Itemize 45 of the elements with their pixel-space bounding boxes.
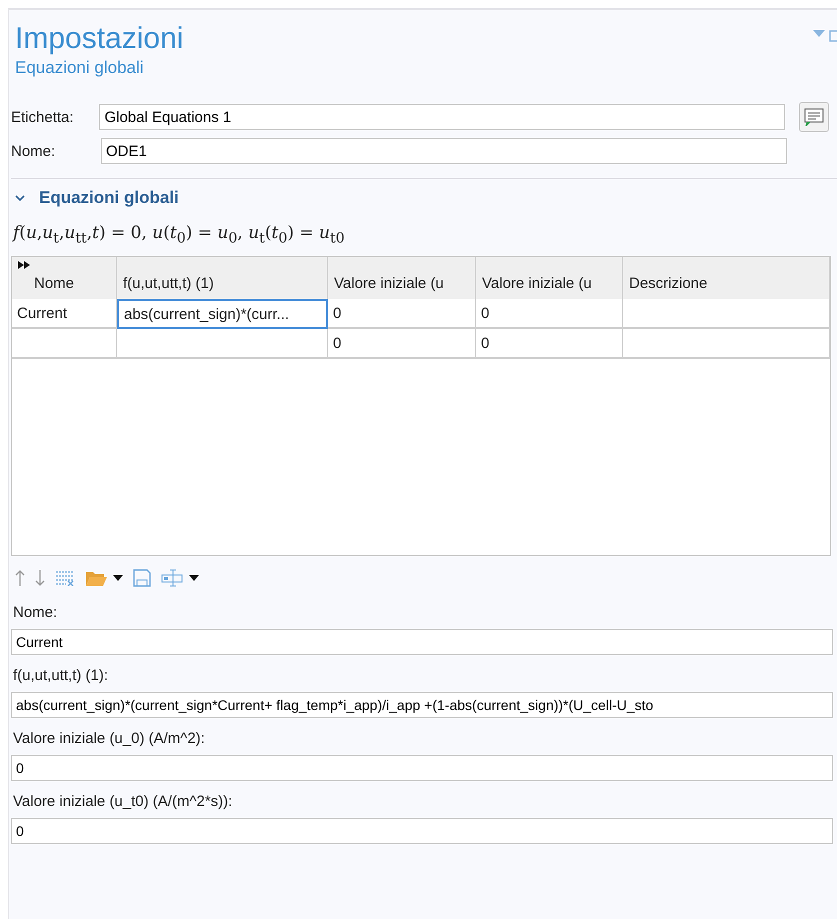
table-cell[interactable] [117, 329, 328, 360]
field-label: Nome: [11, 142, 56, 160]
column-header[interactable]: Valore iniziale (u [476, 257, 623, 300]
label-field[interactable]: Global Equations 1 [99, 104, 786, 130]
table-cell[interactable]: 0 [476, 299, 623, 330]
dropdown-icon[interactable] [813, 30, 825, 38]
table-cell[interactable] [12, 329, 117, 360]
maximize-icon[interactable] [829, 30, 837, 42]
comment-icon [804, 108, 824, 126]
input-field[interactable]: abs(current_sign)*(current_sign*Current+ flag_temp*i_app)/i_app +(1-abs(current_sign))*(U_cell-U_sto [11, 692, 833, 718]
settings-title: Impostazioni [15, 22, 184, 56]
caret-icon[interactable] [189, 575, 199, 582]
table-cell[interactable]: 0 [476, 329, 623, 360]
table-cell[interactable] [623, 299, 830, 330]
table-column-icon[interactable] [161, 569, 183, 588]
input-field[interactable]: Current [11, 629, 833, 656]
column-header[interactable]: Valore iniziale (u [328, 257, 476, 300]
name-field[interactable]: ODE1 [101, 138, 787, 164]
fast-forward-icon [18, 261, 30, 270]
field-label: f(u,ut,utt,t) (1): [13, 667, 108, 684]
column-header[interactable]: Descrizione [623, 257, 830, 300]
table-cell[interactable]: abs(current_sign)*(curr... [117, 299, 328, 330]
folder-icon[interactable] [85, 570, 107, 587]
column-header[interactable]: f(u,ut,utt,t) (1) [117, 257, 328, 300]
table-cell[interactable] [623, 329, 830, 360]
input-field[interactable]: 0 [11, 818, 833, 844]
section-header[interactable]: Equazioni globali [11, 179, 837, 217]
settings-subtitle: Equazioni globali [15, 58, 144, 78]
input-field[interactable]: 0 [11, 755, 833, 782]
table-cell[interactable]: Current [12, 299, 117, 330]
field-label: Valore iniziale (u_t0) (A/(m^2*s)): [13, 793, 232, 810]
move-down-icon[interactable] [35, 569, 45, 588]
field-label: Valore iniziale (u_0) (A/m^2): [13, 730, 205, 748]
move-up-icon[interactable] [15, 569, 25, 588]
table-cell[interactable]: 0 [328, 299, 476, 330]
chevron-icon [15, 194, 25, 202]
equation: f(u,u$_{t}$,u$_{tt}$,t) = 0, u(t$_{0}$) = u$_{0}$, u$_{t}$(t$_{0}$) = u$_{t0}$ [13, 223, 345, 246]
column-header[interactable]: Nome [12, 257, 117, 300]
comment-button[interactable] [799, 102, 829, 132]
table-cell[interactable]: 0 [328, 329, 476, 360]
field-label: Nome: [13, 604, 58, 622]
field-label: Etichetta: [11, 108, 75, 126]
save-icon[interactable] [133, 569, 151, 588]
caret-icon[interactable] [113, 575, 123, 582]
clear-list-icon[interactable] [55, 570, 75, 586]
